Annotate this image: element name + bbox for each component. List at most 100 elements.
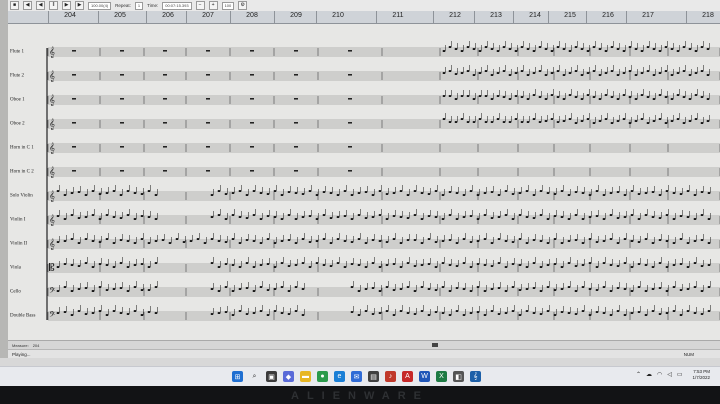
zoom-field[interactable]: 100 (221, 1, 235, 10)
note-head (472, 98, 476, 100)
note-head (538, 70, 542, 72)
note-head (315, 262, 319, 264)
back-button[interactable]: ◀ (36, 1, 45, 10)
windows-start-icon[interactable]: ⊞ (232, 371, 243, 382)
time-field[interactable]: 00:07:15.393 (162, 1, 192, 10)
note-head (420, 310, 424, 312)
measure-number[interactable]: 204 (64, 12, 76, 19)
task-view-icon[interactable]: ▣ (266, 371, 277, 382)
play-button[interactable]: ▶ (62, 1, 71, 10)
store-icon[interactable]: ▤ (368, 371, 379, 382)
note-head (686, 266, 690, 268)
note-head (460, 72, 464, 74)
stop-button[interactable]: ■ (10, 1, 19, 10)
note-head (252, 312, 256, 314)
note-head (252, 214, 256, 216)
note-head (483, 314, 487, 316)
instrument-label[interactable]: Cello (10, 290, 21, 295)
instrument-label[interactable]: Solo Violin (10, 194, 33, 199)
note-head (526, 74, 530, 76)
note-head (392, 238, 396, 240)
note-head (598, 48, 602, 50)
measure-number[interactable]: 207 (202, 12, 214, 19)
repeat-field[interactable]: 1 (134, 1, 144, 10)
tempo-field[interactable]: 100.00(4) (88, 1, 112, 10)
measure-number[interactable]: 214 (529, 12, 541, 19)
mail-icon[interactable]: ✉ (351, 371, 362, 382)
instrument-label[interactable]: Horn in C 2 (10, 170, 34, 175)
taskbar-clock[interactable]: 7:53 PM 1/7/2022 (692, 369, 710, 381)
note-head (483, 192, 487, 194)
measure-number[interactable]: 205 (114, 12, 126, 19)
note-head (616, 217, 620, 219)
file-explorer-icon[interactable]: ▬ (300, 371, 311, 382)
note-head (630, 290, 634, 292)
wifi-icon[interactable]: ◠ (657, 371, 662, 378)
note-head (539, 290, 543, 292)
instrument-label[interactable]: Flute 1 (10, 50, 24, 55)
instrument-label[interactable]: Double Bass (10, 314, 35, 319)
search-icon[interactable]: ⌕ (249, 371, 260, 382)
measure-number[interactable]: 209 (290, 12, 302, 19)
gear-icon[interactable]: ⚙ (238, 1, 248, 10)
note-head (448, 70, 452, 72)
instrument-label[interactable]: Flute 2 (10, 74, 24, 79)
note-head (588, 314, 592, 316)
zoom-in-button[interactable]: + (208, 1, 218, 10)
note-head (520, 70, 524, 72)
zoom-out-button[interactable]: − (195, 1, 205, 10)
measure-number[interactable]: 210 (332, 12, 344, 19)
pdf-icon[interactable]: A (402, 371, 413, 382)
word-icon[interactable]: W (419, 371, 430, 382)
measure-number[interactable]: 213 (490, 12, 502, 19)
note-head (462, 314, 466, 316)
rewind-button[interactable]: ◀ (23, 1, 32, 10)
note-head (126, 313, 130, 315)
measure-number[interactable]: 215 (564, 12, 576, 19)
measure-number[interactable]: 216 (602, 12, 614, 19)
note-head (294, 286, 298, 288)
note-head (413, 313, 417, 315)
forward-button[interactable]: ▶ (75, 1, 84, 10)
cloud-icon[interactable]: ☁ (646, 371, 652, 378)
pause-button[interactable]: ‖ (49, 1, 58, 10)
note-head (322, 238, 326, 240)
instrument-label[interactable]: Violin II (10, 242, 27, 247)
note-head (455, 287, 459, 289)
note-head (672, 218, 676, 220)
note-head (502, 121, 506, 123)
chrome-icon[interactable]: ● (317, 371, 328, 382)
measure-ruler[interactable]: 204 205 206 207 208 209 210 211 212 213 214 215 216 2… (8, 11, 720, 24)
measure-number[interactable]: 217 (642, 12, 654, 19)
chevron-up-icon[interactable]: ⌃ (636, 371, 641, 378)
scroll-grip[interactable] (432, 343, 438, 347)
instrument-label[interactable]: Violin I (10, 218, 25, 223)
notation-app-icon[interactable]: 𝄞 (470, 371, 481, 382)
volume-icon[interactable]: ◁ (667, 371, 672, 378)
instrument-label[interactable]: Oboe 2 (10, 122, 25, 127)
note-head (455, 192, 459, 194)
instrument-label[interactable]: Oboe 1 (10, 98, 25, 103)
note-head (315, 194, 319, 196)
note-head (511, 241, 515, 243)
excel-icon[interactable]: X (436, 371, 447, 382)
score-view[interactable]: 𝄞 𝄞 𝄞 𝄞 𝄞 𝄞 𝄞 𝄞 𝄞 𝄡 𝄢 𝄢 Flute 1 Flute 2 Oboe 1 Oboe 2 H… (8, 24, 720, 340)
note-head (595, 190, 599, 192)
battery-icon[interactable]: ▭ (677, 371, 683, 378)
instrument-label[interactable]: Horn in C 1 (10, 146, 34, 151)
edge-icon[interactable]: e (334, 371, 345, 382)
music-icon[interactable]: ♪ (385, 371, 396, 382)
note-head (514, 50, 518, 52)
measure-number[interactable]: 218 (702, 12, 714, 19)
instrument-label[interactable]: Viola (10, 266, 21, 271)
measure-number[interactable]: 211 (392, 12, 403, 19)
measure-number[interactable]: 212 (449, 12, 461, 19)
note-head (574, 46, 578, 48)
app-icon[interactable]: ◧ (453, 371, 464, 382)
teams-icon[interactable]: ◆ (283, 371, 294, 382)
note-head (336, 262, 340, 264)
measure-number[interactable]: 206 (162, 12, 174, 19)
note-head (630, 266, 634, 268)
measure-number[interactable]: 208 (246, 12, 258, 19)
note-head (609, 192, 613, 194)
